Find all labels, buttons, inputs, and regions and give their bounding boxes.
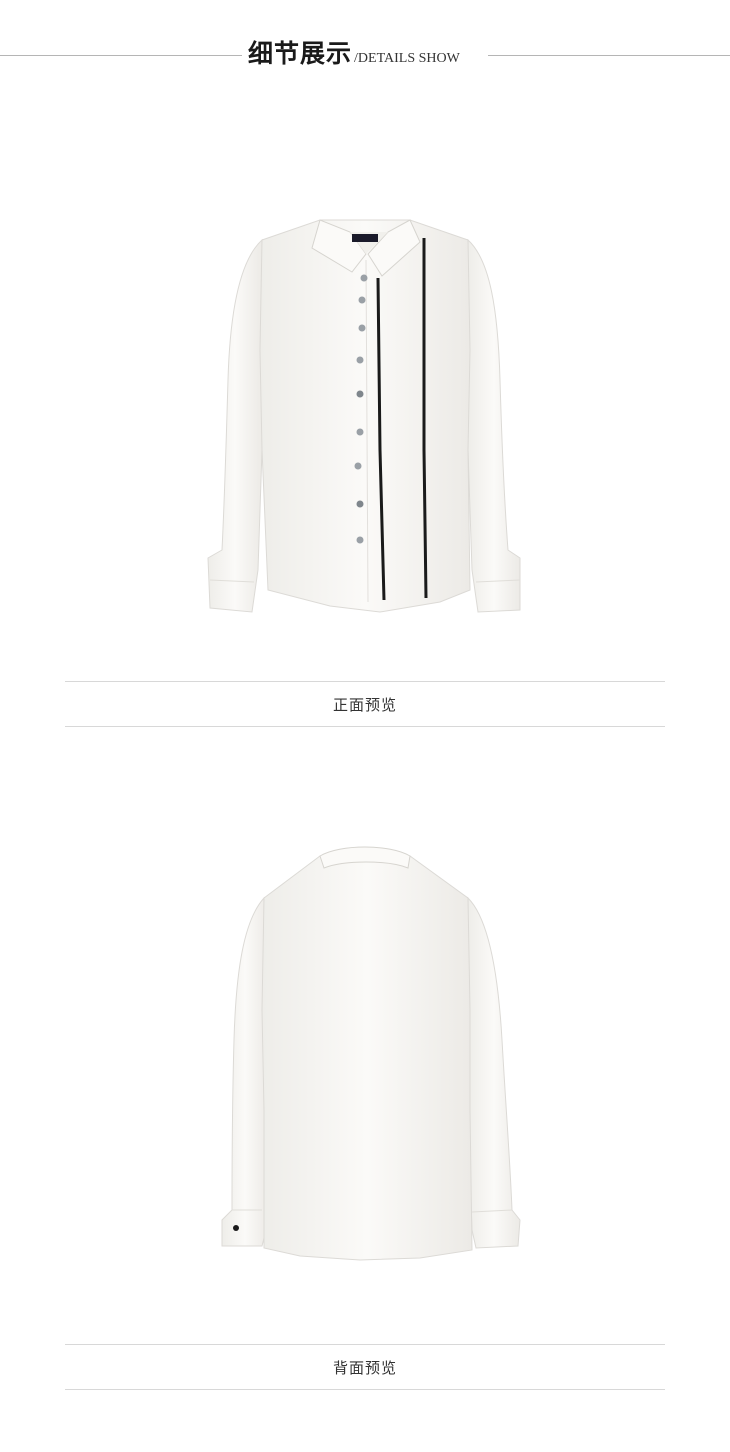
white-shirt-front-image xyxy=(207,219,521,613)
section-header: 细节展示 /DETAILS SHOW xyxy=(0,0,730,110)
shirt-front-photo xyxy=(0,150,730,670)
section-title: 细节展示 /DETAILS SHOW xyxy=(248,34,460,70)
header-divider-right xyxy=(488,55,730,56)
shirt-back-photo xyxy=(0,810,730,1330)
back-view-caption-text: 背面预览 xyxy=(332,1358,397,1377)
section-title-en: /DETAILS SHOW xyxy=(354,51,460,66)
section-title-cn: 细节展示 xyxy=(248,39,353,68)
back-view-caption: 背面预览 xyxy=(65,1344,665,1390)
front-view-caption: 正面预览 xyxy=(65,681,665,727)
white-shirt-back-image xyxy=(221,846,521,1261)
front-view-caption-text: 正面预览 xyxy=(332,695,397,714)
header-divider-left xyxy=(0,55,242,56)
